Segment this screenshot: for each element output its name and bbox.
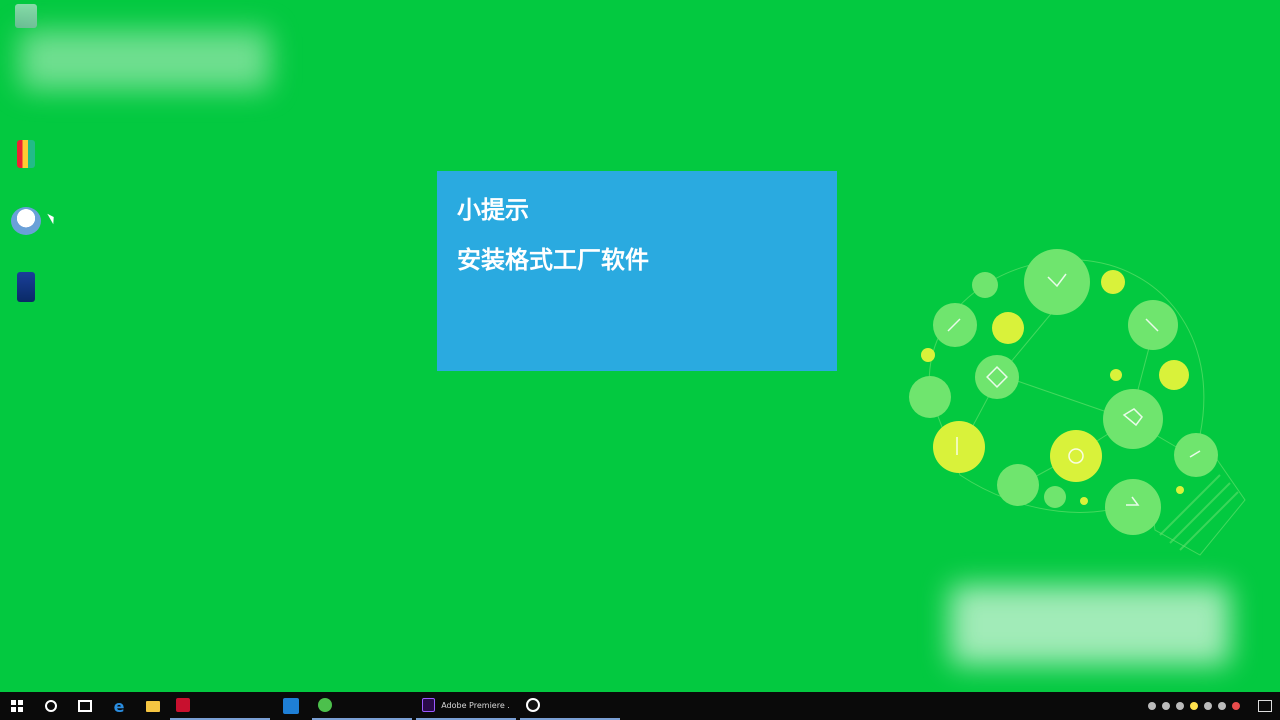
tip-body: 安装格式工厂软件 [457, 246, 649, 274]
wechat-icon [318, 698, 332, 712]
blurred-region-bottom-right [950, 585, 1230, 665]
tray-icon[interactable] [1232, 702, 1240, 710]
desktop-icon-recycle-bin[interactable] [4, 4, 48, 28]
taskbar: e Adobe Premiere ... [0, 692, 1280, 720]
tray-icon[interactable] [1148, 702, 1156, 710]
app-icon [11, 207, 41, 235]
desktop-icon-app-1[interactable] [4, 140, 48, 168]
desktop: 小提示 安装格式工厂软件 [0, 0, 1280, 692]
tray-icon[interactable] [1218, 702, 1226, 710]
action-center-icon[interactable] [1258, 700, 1272, 712]
tray-icon[interactable] [1176, 702, 1184, 710]
recycle-bin-icon [15, 4, 37, 28]
start-button[interactable] [0, 692, 34, 720]
desktop-icon-app-3[interactable] [4, 272, 48, 302]
premiere-icon [422, 698, 436, 712]
system-tray [1148, 700, 1280, 712]
taskbar-app-2[interactable] [274, 692, 308, 720]
app-icon [17, 272, 35, 302]
tray-icon[interactable] [1204, 702, 1212, 710]
file-explorer-button[interactable] [136, 692, 170, 720]
file-explorer-icon [146, 700, 160, 712]
lightbulb-illustration [909, 249, 1246, 556]
tray-icon[interactable] [1190, 702, 1198, 710]
task-view-icon [78, 700, 92, 712]
tip-card: 小提示 安装格式工厂软件 [437, 171, 837, 371]
taskbar-app-3[interactable] [312, 692, 412, 720]
taskbar-app-1[interactable] [170, 692, 270, 720]
taskbar-app-premiere[interactable]: Adobe Premiere ... [416, 692, 516, 720]
app-icon [176, 698, 190, 712]
mouse-cursor-icon [47, 211, 57, 225]
cortana-search-icon [45, 700, 57, 712]
taskbar-app-5[interactable] [520, 692, 620, 720]
taskbar-app-label: Adobe Premiere ... [441, 700, 510, 710]
windows-start-icon [11, 700, 23, 712]
tray-icon[interactable] [1162, 702, 1170, 710]
app-icon [526, 698, 540, 712]
task-view-button[interactable] [68, 692, 102, 720]
edge-browser-icon: e [113, 696, 125, 716]
app-icon [283, 698, 299, 714]
tip-title: 小提示 [457, 196, 529, 224]
app-icon [17, 140, 35, 168]
blurred-region-top [20, 30, 270, 90]
edge-button[interactable]: e [102, 692, 136, 720]
desktop-icon-app-2[interactable] [4, 207, 48, 235]
search-button[interactable] [34, 692, 68, 720]
